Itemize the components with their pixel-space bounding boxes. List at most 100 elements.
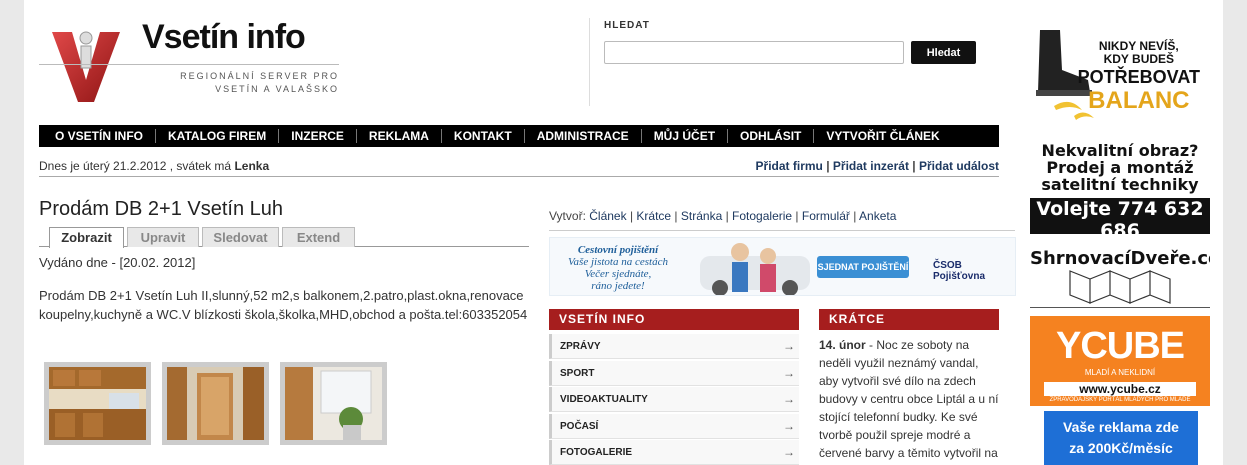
category-label: SPORT	[560, 368, 595, 379]
folding-door-icon	[1069, 270, 1171, 304]
nav-item-muj-ucet[interactable]: MŮJ ÚČET	[642, 129, 729, 143]
insurance-line2: Vaše jistota na cestách	[568, 256, 668, 268]
sat-phone: Volejte 774 632 686	[1030, 198, 1210, 234]
create-poll-link[interactable]: Anketa	[859, 209, 896, 223]
arrow-right-icon: →	[783, 419, 795, 433]
balanc-ad[interactable]: NIKDY NEVÍŠ, KDY BUDEŠ POTŘEBOVAT BALANC	[1030, 30, 1210, 122]
add-listing-link[interactable]: Přidat inzerát	[833, 159, 909, 173]
insurance-banner-ad[interactable]: Cestovní pojištění Vaše jistota na cestá…	[549, 237, 1016, 296]
news-text: - Noc ze soboty na neděli využil neznámý…	[819, 338, 999, 460]
create-short-link[interactable]: Krátce	[636, 209, 671, 223]
doors-text: ShrnovacíDveře.com	[1030, 248, 1210, 269]
create-article-link[interactable]: Článek	[589, 209, 626, 223]
search-input[interactable]	[604, 41, 904, 64]
article-body: Prodám DB 2+1 Vsetín Luh II,slunný,52 m2…	[39, 288, 528, 322]
ycube-tagline: MLADÍ A NEKLIDNÍ	[1084, 368, 1156, 377]
arrow-right-icon: →	[783, 445, 795, 459]
sat-line3: satelitní techniky	[1041, 175, 1199, 194]
search-label: HLEDAT	[604, 20, 650, 31]
category-zpravy[interactable]: ZPRÁVY →	[549, 334, 799, 359]
article-tabs: Zobrazit Upravit Sledovat Extend	[39, 226, 529, 248]
category-label: POČASÍ	[560, 421, 599, 432]
insurance-line3: Večer sjednáte,	[584, 268, 652, 280]
add-event-link[interactable]: Přidat událost	[919, 159, 999, 173]
category-label: VIDEOAKTUALITY	[560, 394, 648, 405]
nav-item-o-vsetin-info[interactable]: O VSETÍN INFO	[43, 129, 157, 143]
photo-kitchen-image	[49, 367, 146, 440]
create-label: Vytvoř:	[549, 209, 586, 223]
article-title: Prodám DB 2+1 Vsetín Luh	[39, 198, 284, 220]
promo-line2: za 200Kč/měsíc	[1069, 440, 1173, 456]
family-car-image	[700, 243, 810, 295]
category-label: ZPRÁVY	[560, 341, 601, 352]
news-date[interactable]: 14. únor	[819, 338, 866, 352]
ycube-brand: YCUBE	[1055, 325, 1185, 367]
nav-item-administrace[interactable]: ADMINISTRACE	[525, 129, 642, 143]
nav-item-odhlasit[interactable]: ODHLÁSIT	[728, 129, 815, 143]
insurance-line1: Cestovní pojištění	[577, 244, 659, 256]
tab-zobrazit[interactable]: Zobrazit	[49, 227, 124, 248]
tab-upravit[interactable]: Upravit	[127, 227, 199, 247]
create-form-link[interactable]: Formulář	[802, 209, 850, 223]
balanc-line3: POTŘEBOVAT	[1077, 67, 1200, 87]
promo-line1: Vaše reklama zde	[1063, 419, 1179, 435]
csob-logo: ČSOB Pojišťovna	[933, 260, 986, 282]
nameday-name: Lenka	[234, 159, 270, 173]
sat-line1: Nekvalitní obraz?	[1041, 142, 1199, 160]
insurance-banner-text: Cestovní pojištění Vaše jistota na cestá…	[558, 244, 678, 292]
site-tagline: REGIONÁLNÍ SERVER PRO VSETÍN A VALAŠSKO	[134, 70, 339, 96]
page: Vsetín info REGIONÁLNÍ SERVER PRO VSETÍN…	[24, 0, 1223, 465]
nav-item-katalog-firem[interactable]: KATALOG FIREM	[156, 129, 280, 143]
category-label: FOTOGALERIE	[560, 447, 633, 458]
ycube-url: www.ycube.cz	[1044, 382, 1196, 396]
nav-item-vytvorit-clanek[interactable]: VYTVOŘIT ČLÁNEK	[814, 129, 951, 143]
advertise-here-ad[interactable]: Vaše reklama zde za 200Kč/měsíc	[1044, 411, 1198, 465]
arrow-right-icon: →	[783, 366, 795, 380]
dateline-text: Dnes je úterý 21.2.2012 , svátek má	[39, 159, 232, 173]
site-title[interactable]: Vsetín info	[142, 18, 306, 57]
photo-thumbnail-balcony[interactable]	[280, 362, 387, 445]
category-videoaktuality[interactable]: VIDEOAKTUALITY →	[549, 387, 799, 412]
create-gallery-link[interactable]: Fotogalerie	[732, 209, 792, 223]
quick-links: Přidat firmu | Přidat inzerát | Přidat u…	[756, 159, 999, 173]
dateline: Dnes je úterý 21.2.2012 , svátek má Lenk…	[39, 159, 269, 173]
insurance-cta-button[interactable]: SJEDNAT POJIŠTĚNÍ	[817, 256, 909, 278]
tagline-line1: REGIONÁLNÍ SERVER PRO	[180, 71, 339, 81]
nav-item-kontakt[interactable]: KONTAKT	[442, 129, 525, 143]
photo-thumbnail-hallway[interactable]	[162, 362, 269, 445]
kratce-header: KRÁTCE	[819, 309, 999, 330]
balanc-brand: BALANC	[1088, 87, 1190, 114]
category-fotogalerie[interactable]: FOTOGALERIE →	[549, 440, 799, 465]
search-button[interactable]: Hledat	[911, 41, 976, 64]
create-page-link[interactable]: Stránka	[681, 209, 722, 223]
arrow-right-icon: →	[783, 392, 795, 406]
arrow-right-icon: →	[783, 339, 795, 353]
vsetin-info-header: VSETÍN INFO	[549, 309, 799, 330]
category-pocasi[interactable]: POČASÍ →	[549, 414, 799, 439]
main-nav: O VSETÍN INFO KATALOG FIREM INZERCE REKL…	[39, 125, 999, 147]
separator: |	[908, 159, 919, 173]
tab-sledovat[interactable]: Sledovat	[202, 227, 279, 247]
nav-item-inzerce[interactable]: INZERCE	[279, 129, 357, 143]
tab-extend[interactable]: Extend	[282, 227, 355, 247]
photo-thumbnail-kitchen[interactable]	[44, 362, 151, 445]
separator: |	[822, 159, 833, 173]
news-item: 14. únor - Noc ze soboty na neděli využi…	[819, 336, 1001, 462]
ycube-subtitle: ZPRAVODAJSKÝ PORTÁL MLADÝCH PRO MLADÉ	[1049, 397, 1191, 403]
site-logo[interactable]	[52, 28, 120, 102]
ycube-ad[interactable]: YCUBE MLADÍ A NEKLIDNÍ www.ycube.cz ZPRA…	[1030, 316, 1210, 406]
satellite-ad[interactable]: Nekvalitní obraz? Prodej a montáž sateli…	[1030, 142, 1210, 234]
nav-item-reklama[interactable]: REKLAMA	[357, 129, 442, 143]
category-sport[interactable]: SPORT →	[549, 361, 799, 386]
add-company-link[interactable]: Přidat firmu	[756, 159, 823, 173]
photo-hallway-image	[167, 367, 264, 440]
insurance-line4: ráno jedete!	[591, 280, 645, 292]
balanc-line2: KDY BUDEŠ	[1103, 52, 1175, 66]
doors-ad[interactable]: ShrnovacíDveře.com	[1030, 248, 1210, 308]
subheader-divider	[39, 176, 999, 177]
sat-line2: Prodej a montáž	[1046, 158, 1194, 177]
create-links: Vytvoř: Článek | Krátce | Stránka | Foto…	[549, 209, 897, 223]
photo-balcony-image	[285, 367, 382, 440]
title-divider	[39, 64, 339, 65]
tagline-line2: VSETÍN A VALAŠSKO	[215, 84, 339, 94]
